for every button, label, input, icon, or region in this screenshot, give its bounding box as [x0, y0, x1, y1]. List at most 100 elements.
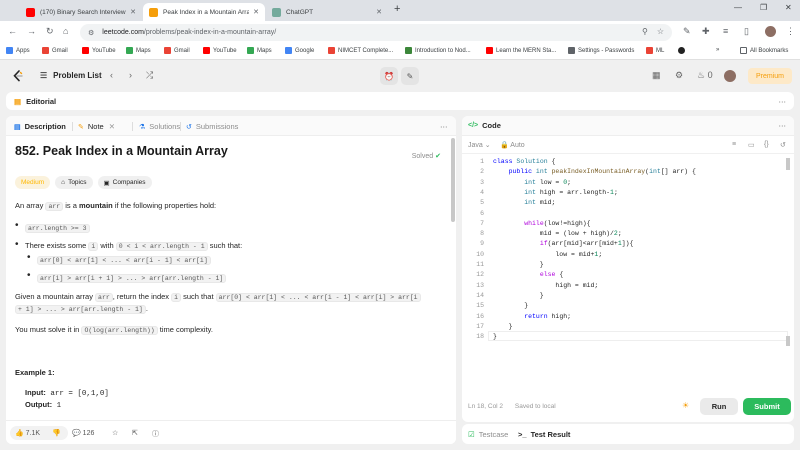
browser-tab-leetcode[interactable]: Peak Index in a Mountain Array ✕: [143, 3, 265, 21]
prev-problem-icon[interactable]: ‹: [110, 70, 113, 80]
bookmark-label: NIMCET Complete...: [338, 47, 394, 54]
window-close-button[interactable]: ✕: [785, 3, 792, 12]
maximize-button[interactable]: ❐: [760, 3, 767, 12]
reload-button[interactable]: ↻: [46, 26, 54, 37]
like-button[interactable]: 👍 7.1K: [15, 429, 40, 438]
bookmark-item[interactable]: Apps: [6, 47, 30, 54]
youtube-icon: [203, 47, 210, 54]
close-icon[interactable]: ✕: [130, 8, 136, 16]
bookmark-item[interactable]: Maps: [247, 47, 272, 54]
line-number: 9: [480, 240, 484, 248]
line-number: 17: [476, 322, 484, 330]
next-problem-icon[interactable]: ›: [129, 70, 132, 80]
code-line: class Solution {: [493, 158, 556, 165]
dislike-icon[interactable]: 👎: [52, 429, 61, 437]
layout-icon[interactable]: ▦: [652, 70, 661, 81]
forward-button[interactable]: →: [27, 26, 36, 36]
bookmark-item[interactable]: Introduction to Nod...: [405, 47, 471, 54]
code-line: }: [493, 322, 513, 330]
avatar[interactable]: [765, 26, 776, 37]
more-icon[interactable]: ⋯: [779, 121, 787, 130]
code-editor[interactable]: 1 class Solution {2 public int peakIndexI…: [462, 156, 794, 396]
inline-code: arr: [95, 293, 113, 302]
bookmark-item[interactable]: YouTube: [82, 47, 116, 54]
scrollbar[interactable]: [786, 158, 790, 170]
problem-list-button[interactable]: ☰ Problem List: [40, 71, 102, 80]
bookmark-item[interactable]: Maps: [126, 47, 151, 54]
more-icon[interactable]: ⋯: [440, 122, 448, 131]
bookmark-item[interactable]: NIMCET Complete...: [328, 47, 393, 54]
bookmark-item[interactable]: Learn the MERN Sta...: [486, 47, 556, 54]
difficulty-badge[interactable]: Medium: [15, 176, 51, 189]
mode-select[interactable]: 🔒 Auto: [500, 141, 525, 149]
bookmark-item[interactable]: [678, 47, 688, 54]
chrome-menu-icon[interactable]: ⋮: [786, 26, 795, 37]
submit-button[interactable]: Submit: [743, 398, 791, 415]
extension-icon[interactable]: ✎: [683, 26, 691, 37]
braces-icon[interactable]: {}: [764, 141, 769, 148]
reading-list-icon[interactable]: ≡: [723, 26, 728, 36]
close-icon[interactable]: ✕: [376, 8, 382, 16]
all-bookmarks-folder[interactable]: All Bookmarks: [740, 47, 788, 54]
line-number: 1: [480, 158, 484, 165]
avatar[interactable]: [724, 70, 736, 82]
back-button[interactable]: ←: [8, 26, 17, 36]
scrollbar[interactable]: [451, 138, 455, 222]
streak-count: 0: [707, 70, 713, 80]
inline-code: i: [88, 242, 99, 251]
bookmark-item[interactable]: Google: [285, 47, 314, 54]
tab-divider: [132, 122, 133, 131]
shuffle-icon[interactable]: ⤮: [146, 70, 153, 81]
premium-button[interactable]: Premium: [748, 68, 792, 84]
comments-button[interactable]: 💬 126: [72, 429, 95, 438]
bookmark-item[interactable]: Settings - Passwords: [568, 47, 634, 54]
tab-note[interactable]: ✎ Note ✕: [78, 122, 115, 131]
help-icon[interactable]: ⓘ: [152, 429, 159, 439]
language-select[interactable]: Java ⌄: [468, 141, 491, 149]
browser-tab-chatgpt[interactable]: ChatGPT ✕: [266, 3, 388, 21]
settings-icon[interactable]: ⚙: [675, 70, 683, 81]
zoom-icon[interactable]: ⚲: [642, 27, 648, 36]
leetcode-logo-icon[interactable]: [12, 70, 24, 82]
sidebar-icon[interactable]: ▯: [744, 26, 749, 37]
run-button[interactable]: Run: [700, 398, 738, 415]
tab-description[interactable]: ▤ Description: [14, 122, 66, 131]
bookmark-item[interactable]: Gmail: [164, 47, 190, 54]
new-tab-button[interactable]: +: [394, 3, 400, 15]
format-icon[interactable]: ≡: [732, 141, 736, 148]
browser-tab-youtube[interactable]: (170) Binary Search Interview G ✕: [20, 3, 142, 21]
bookmark-item[interactable]: Gmail: [42, 47, 68, 54]
site-info-icon[interactable]: ⚙: [88, 29, 94, 37]
bookmark-star-icon[interactable]: ☆: [657, 27, 664, 36]
url-input[interactable]: ⚙ leetcode.com /problems/peak-index-in-a…: [80, 24, 672, 41]
topics-tag[interactable]: ⌂ Topics: [55, 176, 93, 189]
streak-fire-icon[interactable]: ♨ 0: [697, 70, 713, 81]
bookmark-icon[interactable]: ▭: [748, 141, 755, 149]
comment-count: 126: [82, 429, 95, 437]
editorial-bar[interactable]: ▤ Editorial ⋯: [6, 92, 794, 110]
more-icon[interactable]: ⋯: [779, 97, 787, 106]
tab-testcase[interactable]: ☑ Testcase: [468, 430, 508, 439]
more-bookmarks-icon[interactable]: »: [716, 47, 719, 53]
text: such that: [181, 292, 216, 301]
extensions-icon[interactable]: ✚: [702, 26, 710, 37]
star-icon[interactable]: ☆: [112, 429, 118, 437]
bookmark-item[interactable]: YouTube: [203, 47, 237, 54]
bookmark-label: Google: [295, 47, 315, 54]
tab-submissions[interactable]: ↺ Submissions: [186, 122, 238, 131]
notes-icon[interactable]: ✎: [401, 67, 419, 85]
line-number: 7: [480, 219, 484, 227]
companies-tag[interactable]: ▣ Companies: [97, 176, 152, 189]
url-path: /problems/peak-index-in-a-mountain-array…: [143, 29, 277, 36]
reset-icon[interactable]: ↺: [780, 141, 786, 149]
timer-icon[interactable]: ⏰: [380, 67, 398, 85]
home-button[interactable]: ⌂: [63, 26, 68, 36]
minimize-button[interactable]: —: [734, 3, 742, 12]
close-icon[interactable]: ✕: [253, 8, 259, 16]
bulb-icon[interactable]: ☀: [682, 401, 689, 410]
share-icon[interactable]: ⇱: [132, 429, 138, 437]
tab-solutions[interactable]: ⚗ Solutions: [139, 122, 180, 131]
close-icon[interactable]: ✕: [109, 122, 115, 131]
bookmark-item[interactable]: ML: [646, 47, 664, 54]
tab-test-result[interactable]: >_ Test Result: [518, 430, 570, 439]
